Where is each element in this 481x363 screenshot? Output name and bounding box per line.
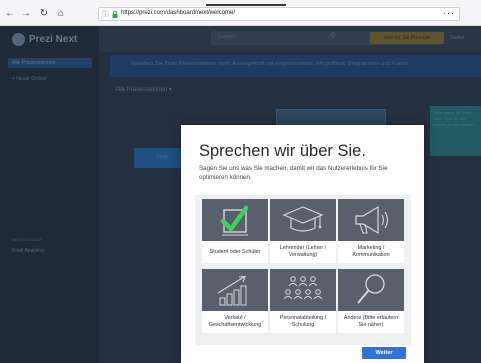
continue-button[interactable]: Weiter: [362, 347, 406, 359]
reload-icon[interactable]: ↻: [38, 8, 50, 20]
promo-banner[interactable]: Verleihen Sie Ihren Präsentationen mehr …: [110, 55, 481, 77]
page-actions-icon[interactable]: ···: [443, 8, 455, 18]
graduation-cap-icon: [282, 206, 324, 232]
forward-arrow-icon[interactable]: →: [20, 8, 32, 20]
all-presentations-dropdown[interactable]: Alle Präsentationen ▾: [115, 86, 172, 93]
magnifier-icon: [357, 274, 385, 304]
category-marketing[interactable]: Marketing / Kommunikation: [338, 199, 404, 263]
tip-box: Willkommen bei Prezi Next. Tipps für den…: [430, 106, 481, 156]
sidebar-item-new-folder[interactable]: + Neuer Ordner: [12, 76, 47, 82]
category-tile: [338, 199, 404, 241]
user-menu[interactable]: Stefan: [450, 35, 464, 41]
category-other[interactable]: Andere (Bitte erläutern Sie näher): [338, 269, 404, 333]
back-arrow-icon[interactable]: ←: [4, 8, 16, 20]
sidebar-item-analytics[interactable]: Prezi Analytics: [12, 248, 45, 254]
search-placeholder: Suchen: [217, 34, 234, 40]
category-tile: [338, 269, 404, 311]
category-label: Student oder Schüler: [202, 241, 268, 263]
browser-toolbar: ← → ↻ ⌂ ⓘ https://prezi.com/dashboard/ne…: [0, 0, 481, 26]
upgrade-button[interactable]: Jetzt für Sie Premium: [370, 32, 444, 44]
category-label: Marketing / Kommunikation: [338, 241, 404, 263]
category-hr[interactable]: Personalabteilung / Schulung: [270, 269, 336, 333]
megaphone-icon: [355, 205, 389, 235]
app-logo: Prezi Next: [29, 34, 78, 45]
create-button-label: Neue: [156, 154, 168, 160]
category-label: Lehrender (Lehrer / Verwaltung): [270, 241, 336, 263]
people-group-icon: [283, 276, 323, 300]
sidebar-item-label: Alle Präsentationen: [12, 60, 56, 66]
category-student[interactable]: Student oder Schüler: [202, 199, 268, 263]
category-label: Andere (Bitte erläutern Sie näher): [338, 311, 404, 333]
promo-banner-text: Verleihen Sie Ihren Präsentationen mehr …: [130, 61, 409, 67]
modal-subtitle: Sagen Sie uns was Sie machen, damit wir …: [199, 165, 388, 181]
address-bar[interactable]: ⓘ https://prezi.com/dashboard/next/welco…: [98, 7, 460, 21]
category-grid: Student oder Schüler Lehrender (Lehrer /…: [195, 195, 411, 345]
info-icon[interactable]: ⓘ: [102, 9, 109, 19]
onboarding-modal: Sprechen wir über Sie. Sagen Sie uns was…: [181, 125, 424, 363]
category-tile: [270, 269, 336, 311]
category-tile: [202, 199, 268, 241]
home-icon[interactable]: ⌂: [55, 8, 67, 20]
category-label: Verkauf / Geschäftsentwicklung: [202, 311, 268, 333]
url-text: https://prezi.com/dashboard/next/welcome…: [121, 10, 236, 16]
category-tile: [202, 269, 268, 311]
lock-icon: [112, 11, 118, 18]
search-icon[interactable]: ⚲: [330, 31, 336, 40]
growth-chart-icon: [217, 275, 247, 306]
sidebar: Prezi Next Alle Präsentationen + Neuer O…: [0, 26, 99, 363]
tip-text: Willkommen bei Prezi Next. Tipps für den…: [433, 110, 475, 127]
modal-title: Sprechen wir über Sie.: [199, 142, 366, 160]
category-label: Personalabteilung / Schulung: [270, 311, 336, 333]
category-tile: [270, 199, 336, 241]
sidebar-section-heading: WERKZEUGE: [12, 237, 43, 242]
prezi-logo-icon: [12, 33, 25, 46]
category-teacher[interactable]: Lehrender (Lehrer / Verwaltung): [270, 199, 336, 263]
category-sales[interactable]: Verkauf / Geschäftsentwicklung: [202, 269, 268, 333]
checkmark-icon: [220, 205, 249, 236]
active-tab-indicator: [206, 4, 286, 6]
